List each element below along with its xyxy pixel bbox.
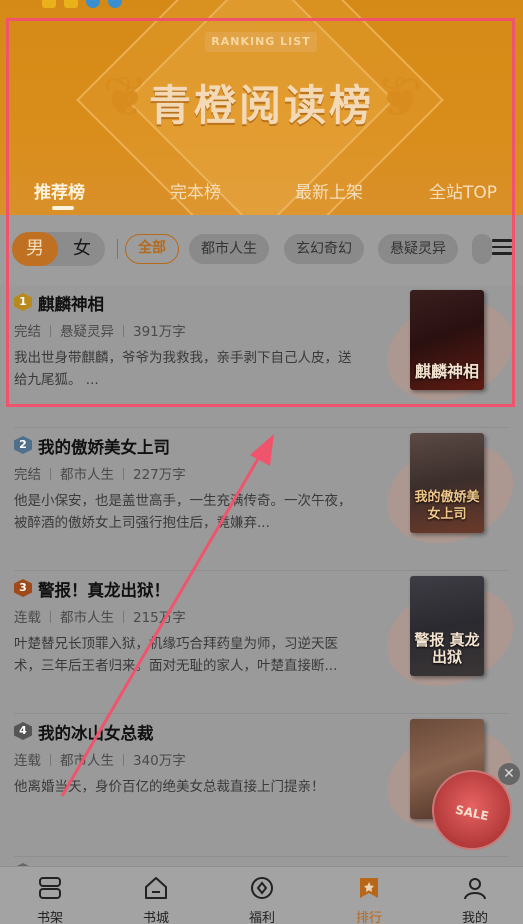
gender-toggle: 男 女 [12, 232, 105, 266]
nav-label: 书架 [36, 911, 63, 924]
nav-label: 我的 [461, 911, 488, 924]
filter-divider [117, 239, 118, 259]
gender-female-button[interactable]: 女 [59, 232, 105, 266]
book-genre: 都市人生 [60, 467, 114, 483]
nav-bookstore[interactable]: 书城 [116, 875, 196, 924]
book-status: 连载 [14, 753, 41, 769]
tab-site-top[interactable]: 全站TOP [429, 178, 497, 203]
category-chip-fantasy[interactable]: 玄幻奇幻 [284, 234, 364, 264]
book-word-count: 215万字 [133, 610, 186, 626]
rank-badge-icon: 1 [14, 293, 32, 311]
book-title: 我的傲娇美女上司 [38, 438, 170, 457]
book-description: 我出世身带麒麟，爷爷为我救我，亲手剥下自己人皮，送给九尾狐。 ... [14, 350, 352, 388]
category-chip-more[interactable] [472, 234, 492, 264]
rank-badge-icon: 3 [14, 579, 32, 597]
book-description: 他离婚当天，身价百亿的绝美女总裁直接上门提亲！ [14, 779, 325, 795]
home-icon [145, 877, 167, 899]
active-tab-indicator [52, 206, 74, 210]
book-meta: 完结 悬疑灵异 391万字 [14, 320, 186, 340]
tab-newest[interactable]: 最新上架 [295, 178, 363, 203]
tab-recommended[interactable]: 推荐榜 [34, 178, 85, 203]
book-title: 警报！真龙出狱！ [38, 581, 170, 600]
rank-badge-icon: 2 [14, 436, 32, 454]
status-bar-icons [42, 0, 122, 8]
cover-title: 我的傲娇美女上司 [414, 490, 480, 522]
coin-icon [251, 877, 273, 899]
filter-bar: 男 女 全部 都市人生 玄幻奇幻 悬疑灵异 [0, 215, 523, 285]
sale-promo-button[interactable]: SALE [432, 770, 512, 850]
book-item[interactable]: 1 麒麟神相 完结 悬疑灵异 391万字 我出世身带麒麟，爷爷为我救我，亲手剥下自己… [0, 283, 523, 428]
cover-title: 麒麟神相 [414, 362, 479, 381]
nav-label: 排行 [355, 911, 382, 924]
book-word-count: 391万字 [133, 324, 186, 340]
book-status: 完结 [14, 324, 41, 340]
book-genre: 都市人生 [60, 753, 114, 769]
nav-profile[interactable]: 我的 [435, 875, 515, 924]
ranking-tabs: 推荐榜 完本榜 最新上架 全站TOP [0, 178, 523, 210]
book-title: 我的冰山女总裁 [38, 724, 154, 743]
nav-label: 福利 [248, 911, 275, 924]
gender-male-button[interactable]: 男 [12, 232, 58, 266]
book-word-count: 227万字 [133, 467, 186, 483]
book-item[interactable]: 2 我的傲娇美女上司 完结 都市人生 227万字 他是小保安，也是盖世高手，一生充满… [0, 426, 523, 571]
rank-badge-icon: 4 [14, 722, 32, 740]
close-icon[interactable]: ✕ [498, 763, 520, 785]
book-status: 连载 [14, 610, 41, 626]
book-meta: 连载 都市人生 340万字 [14, 749, 186, 769]
ranking-ribbon: RANKING LIST [205, 32, 317, 52]
nav-bookshelf[interactable]: 书架 [10, 875, 90, 924]
book-genre: 悬疑灵异 [60, 324, 114, 340]
profile-icon [464, 878, 486, 900]
sale-label: SALE [454, 802, 490, 824]
cover-title: 警报 真龙出狱 [414, 631, 480, 666]
book-meta: 连载 都市人生 215万字 [14, 606, 186, 626]
bookshelf-icon [39, 877, 61, 899]
nav-welfare[interactable]: 福利 [222, 875, 302, 924]
tab-completed[interactable]: 完本榜 [170, 178, 221, 203]
book-cover: 麒麟神相 [410, 290, 484, 390]
category-chip-urban[interactable]: 都市人生 [189, 234, 269, 264]
book-item[interactable]: 3 警报！真龙出狱！ 连载 都市人生 215万字 叶楚替兄长顶罪入狱，机缘巧合拜药皇… [0, 569, 523, 714]
nav-label: 书城 [142, 911, 169, 924]
category-chip-all[interactable]: 全部 [125, 234, 179, 264]
bottom-nav: 书架 书城 福利 排行 我的 [0, 866, 523, 924]
page-title: 青橙阅读榜 [148, 81, 374, 130]
book-genre: 都市人生 [60, 610, 114, 626]
menu-icon[interactable] [490, 235, 514, 261]
book-title: 麒麟神相 [38, 295, 104, 314]
book-word-count: 340万字 [133, 753, 186, 769]
book-meta: 完结 都市人生 227万字 [14, 463, 186, 483]
book-description: 他是小保安，也是盖世高手，一生充满传奇。一次午夜，被醉酒的傲娇女上司强行抱住后，… [14, 493, 352, 531]
nav-ranking[interactable]: 排行 [329, 875, 409, 924]
ranking-icon [360, 878, 378, 898]
book-status: 完结 [14, 467, 41, 483]
book-cover: 我的傲娇美女上司 [410, 433, 484, 533]
ranking-banner: RANKING LIST ❦ ❦ 青橙阅读榜 推荐榜 完本榜 最新上架 全站TO… [0, 0, 523, 215]
book-description: 叶楚替兄长顶罪入狱，机缘巧合拜药皇为师，习逆天医术，三年后王者归来。面对无耻的家… [14, 636, 338, 674]
category-chip-suspense[interactable]: 悬疑灵异 [378, 234, 458, 264]
book-cover: 警报 真龙出狱 [410, 576, 484, 676]
